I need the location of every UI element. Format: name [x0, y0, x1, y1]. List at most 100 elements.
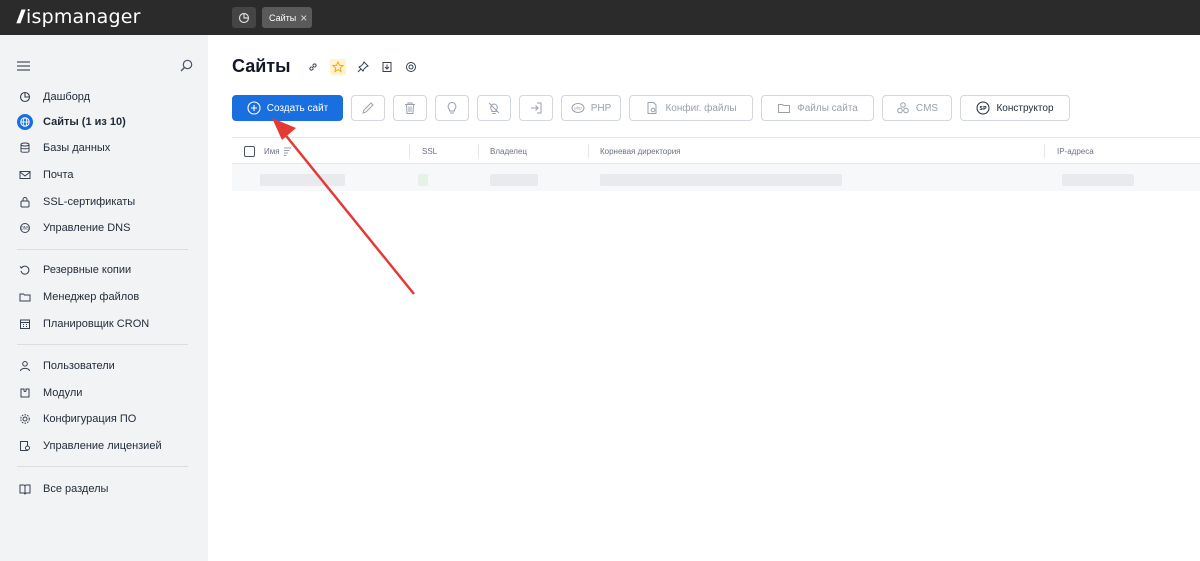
- sites-table: Имя SSL Владелец Корневая директория IP-…: [232, 137, 1200, 191]
- php-button[interactable]: php PHP: [561, 95, 621, 121]
- sidebar-item-label: Менеджер файлов: [43, 291, 140, 303]
- enable-button[interactable]: [435, 95, 469, 121]
- create-site-label: Создать сайт: [266, 102, 329, 114]
- dns-icon: DNS: [17, 220, 33, 236]
- site-builder-icon: SP: [976, 101, 990, 115]
- sidebar-item-all-sections[interactable]: Все разделы: [10, 478, 200, 500]
- toolbar: Создать сайт php PHP Конфиг. файлы Файлы…: [232, 95, 1070, 121]
- sidebar-item-backups[interactable]: Резервные копии: [10, 259, 200, 281]
- column-label: Имя: [264, 146, 280, 156]
- lightbulb-off-icon: [488, 102, 500, 114]
- column-divider: [1044, 144, 1045, 158]
- logo-mark-icon: //: [17, 6, 24, 27]
- modules-icon: [17, 385, 33, 401]
- sidebar-item-label: Управление DNS: [43, 222, 131, 234]
- column-name[interactable]: Имя: [264, 138, 292, 164]
- login-icon: [531, 102, 542, 114]
- cms-button[interactable]: CMS: [882, 95, 952, 121]
- sidebar-item-mail[interactable]: Почта: [10, 164, 200, 186]
- tab-dashboard[interactable]: [232, 7, 256, 28]
- sidebar-item-label: Резервные копии: [43, 264, 132, 276]
- create-site-button[interactable]: Создать сайт: [232, 95, 343, 121]
- delete-button[interactable]: [393, 95, 427, 121]
- column-ssl[interactable]: SSL: [422, 138, 437, 164]
- sidebar-item-dashboard[interactable]: Дашборд: [10, 86, 200, 108]
- calendar-icon: [17, 316, 33, 332]
- tab-label: Сайты: [269, 12, 297, 23]
- sidebar-item-label: SSL-сертификаты: [43, 196, 136, 208]
- sidebar: Дашборд Сайты (1 из 10) Базы данных Почт…: [0, 35, 208, 561]
- page-header: Сайты: [232, 56, 418, 77]
- menu-icon[interactable]: [17, 60, 30, 71]
- user-icon: [17, 358, 33, 374]
- star-icon[interactable]: [330, 58, 347, 75]
- select-all-checkbox[interactable]: [244, 138, 255, 164]
- sidebar-item-databases[interactable]: Базы данных: [10, 137, 200, 159]
- svg-text:php: php: [574, 106, 582, 111]
- column-label: Корневая директория: [600, 146, 681, 156]
- config-files-button[interactable]: Конфиг. файлы: [629, 95, 753, 121]
- column-root-directory[interactable]: Корневая директория: [600, 138, 681, 164]
- redacted-owner: [490, 174, 538, 186]
- redacted-ssl: [418, 174, 428, 186]
- site-builder-label: Конструктор: [996, 102, 1054, 114]
- sidebar-divider: [17, 466, 188, 467]
- sidebar-item-users[interactable]: Пользователи: [10, 355, 200, 377]
- sidebar-item-label: Конфигурация ПО: [43, 413, 137, 425]
- site-builder-button[interactable]: SP Конструктор: [960, 95, 1070, 121]
- sidebar-item-ssl[interactable]: SSL-сертификаты: [10, 191, 200, 213]
- sidebar-item-sites[interactable]: Сайты (1 из 10): [10, 111, 200, 133]
- cms-label: CMS: [915, 102, 939, 114]
- close-icon[interactable]: ×: [300, 12, 307, 24]
- folder-icon: [778, 104, 791, 113]
- trash-icon: [405, 102, 415, 114]
- tab-bar: Сайты ×: [232, 7, 313, 28]
- column-label: Владелец: [490, 146, 528, 156]
- sidebar-item-file-manager[interactable]: Менеджер файлов: [10, 286, 200, 308]
- column-divider: [409, 144, 410, 158]
- sidebar-item-cron[interactable]: Планировщик CRON: [10, 313, 200, 335]
- sidebar-item-label: Дашборд: [43, 91, 91, 103]
- sidebar-item-software-config[interactable]: Конфигурация ПО: [10, 408, 200, 430]
- php-icon: php: [571, 103, 585, 113]
- column-label: IP-адреса: [1057, 146, 1094, 156]
- pin-icon[interactable]: [356, 60, 370, 74]
- logo-text: ispmanager: [26, 6, 141, 28]
- page-title: Сайты: [232, 56, 291, 76]
- link-icon[interactable]: [306, 60, 320, 74]
- export-icon[interactable]: [380, 60, 394, 74]
- checkbox[interactable]: [244, 145, 255, 157]
- svg-text:DNS: DNS: [21, 226, 30, 231]
- svg-text:SP: SP: [980, 106, 988, 112]
- column-owner[interactable]: Владелец: [490, 138, 527, 164]
- pencil-icon: [362, 102, 374, 114]
- sidebar-item-dns[interactable]: DNS Управление DNS: [10, 217, 200, 239]
- table-row[interactable]: [232, 164, 1200, 191]
- license-icon: [17, 438, 33, 454]
- book-icon: [17, 481, 33, 497]
- cms-icon: [897, 102, 909, 114]
- dashboard-icon: [238, 12, 250, 23]
- lightbulb-on-icon: [447, 101, 457, 114]
- column-divider: [588, 144, 589, 158]
- sidebar-item-modules[interactable]: Модули: [10, 382, 200, 404]
- sidebar-item-label: Все разделы: [43, 483, 109, 495]
- gear-icon: [17, 411, 33, 427]
- sidebar-header: [17, 59, 193, 72]
- edit-button[interactable]: [351, 95, 385, 121]
- redacted-root-directory: [600, 174, 842, 186]
- tab-sites[interactable]: Сайты ×: [262, 7, 313, 28]
- plus-circle-icon: [247, 101, 261, 115]
- sort-icon[interactable]: [283, 147, 292, 156]
- redacted-name: [260, 174, 345, 186]
- backup-icon: [17, 262, 33, 278]
- login-button[interactable]: [519, 95, 553, 121]
- search-icon[interactable]: [180, 59, 193, 72]
- sidebar-item-license[interactable]: Управление лицензией: [10, 435, 200, 457]
- disable-button[interactable]: [477, 95, 511, 121]
- site-files-button[interactable]: Файлы сайта: [761, 95, 874, 121]
- column-ip-addresses[interactable]: IP-адреса: [1057, 138, 1094, 164]
- app-logo[interactable]: // ispmanager: [17, 4, 141, 30]
- sidebar-item-label: Модули: [43, 387, 83, 399]
- help-icon[interactable]: [404, 60, 418, 74]
